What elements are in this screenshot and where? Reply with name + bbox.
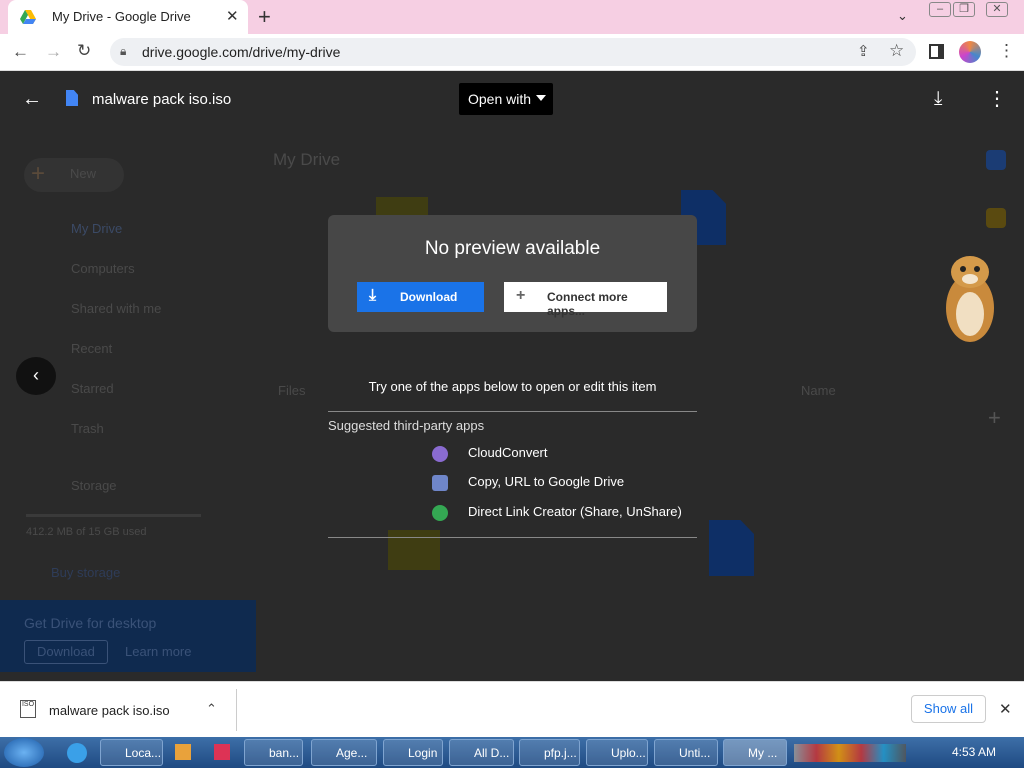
back-arrow-icon[interactable]: ←: [22, 88, 42, 111]
banner-download-button[interactable]: Download: [24, 640, 108, 664]
connect-button-label: Connect more apps...: [547, 290, 628, 318]
divider: [328, 411, 697, 412]
open-with-button[interactable]: Open with: [459, 83, 553, 115]
file-thumbnail[interactable]: [709, 520, 754, 576]
tab-search-icon[interactable]: ⌄: [897, 8, 908, 24]
try-apps-text: Try one of the apps below to open or edi…: [368, 379, 657, 394]
buy-storage-button[interactable]: Buy storage: [51, 565, 120, 580]
clock: 4:53 AM: [952, 745, 997, 759]
lock-icon[interactable]: 🔒︎: [120, 44, 126, 59]
banner-title: Get Drive for desktop: [24, 615, 157, 631]
media-player-icon[interactable]: [175, 744, 191, 760]
browser-tab[interactable]: My Drive - Google Drive ✕: [8, 0, 248, 34]
keep-icon[interactable]: [986, 208, 1006, 228]
app-copy-url[interactable]: Copy, URL to Google Drive: [432, 474, 672, 494]
tab-title: My Drive - Google Drive: [52, 9, 191, 24]
dropdown-arrow-icon: [536, 95, 546, 101]
close-shelf-icon[interactable]: ✕: [999, 700, 1012, 718]
nav-computers[interactable]: Computers: [71, 261, 135, 276]
maximize-button[interactable]: ❐: [953, 2, 975, 17]
banner-learn-more[interactable]: Learn more: [125, 644, 191, 659]
minimize-button[interactable]: –: [929, 2, 951, 17]
iso-file-icon: ISO: [20, 700, 36, 718]
add-addon-icon[interactable]: +: [988, 405, 1001, 431]
new-tab-button[interactable]: +: [258, 4, 271, 30]
forward-icon[interactable]: →: [45, 42, 62, 62]
nav-starred[interactable]: Starred: [71, 381, 114, 396]
calendar-icon[interactable]: [986, 150, 1006, 170]
download-arrow-icon: ⤓: [369, 287, 377, 304]
hamster-image: [942, 250, 1000, 345]
divider: [236, 689, 237, 731]
app-cloudconvert[interactable]: CloudConvert: [432, 445, 672, 465]
taskbar-item[interactable]: Uplo...: [586, 739, 648, 766]
plus-icon: +: [31, 160, 46, 187]
download-button[interactable]: ⤓ Download: [357, 282, 484, 312]
nav-storage[interactable]: Storage: [71, 478, 117, 493]
folder-thumbnail[interactable]: [388, 530, 440, 570]
dialog-title: No preview available: [424, 238, 601, 259]
nav-shared[interactable]: Shared with me: [71, 301, 161, 316]
divider: [328, 537, 697, 538]
nav-trash[interactable]: Trash: [71, 421, 104, 436]
storage-bar: [26, 514, 201, 517]
more-actions-icon[interactable]: ⋮: [987, 86, 1007, 111]
browser-menu-icon[interactable]: ⋮: [998, 41, 1015, 61]
drive-page-dimmed: [0, 71, 1024, 681]
taskbar-item[interactable]: Loca...: [100, 739, 163, 766]
cloudconvert-icon: [432, 446, 448, 462]
reload-icon[interactable]: ↻: [77, 41, 91, 61]
download-icon[interactable]: ⤓: [934, 88, 942, 110]
plus-icon: +: [516, 287, 526, 304]
suggested-apps-label: Suggested third-party apps: [328, 418, 485, 433]
url-drive-icon: [432, 475, 448, 491]
app-name: CloudConvert: [468, 445, 548, 460]
app-icon[interactable]: [214, 744, 230, 760]
google-drive-icon: [20, 10, 36, 29]
taskbar-item[interactable]: ban...: [244, 739, 303, 766]
files-label: Files: [278, 383, 306, 398]
close-tab-icon[interactable]: ✕: [226, 7, 239, 25]
show-all-button[interactable]: Show all: [911, 695, 986, 723]
bookmark-star-icon[interactable]: ☆: [889, 41, 904, 61]
file-name: malware pack iso.iso: [92, 91, 232, 108]
taskbar-item[interactable]: All D...: [449, 739, 514, 766]
sort-name-label[interactable]: Name: [801, 383, 836, 398]
nav-recent[interactable]: Recent: [71, 341, 112, 356]
app-name: Direct Link Creator (Share, UnShare): [468, 504, 682, 519]
app-name: Copy, URL to Google Drive: [468, 474, 625, 489]
taskbar-item[interactable]: pfp.j...: [519, 739, 580, 766]
ie-icon[interactable]: [67, 743, 87, 763]
extension-icon[interactable]: [959, 41, 981, 63]
downloaded-file-name[interactable]: malware pack iso.iso: [49, 703, 170, 718]
download-button-label: Download: [400, 290, 458, 304]
share-icon: [432, 505, 448, 521]
new-label: New: [70, 166, 97, 181]
nav-my-drive[interactable]: My Drive: [71, 221, 122, 236]
app-direct-link[interactable]: Direct Link Creator (Share, UnShare): [432, 504, 692, 524]
url-text: drive.google.com/drive/my-drive: [142, 44, 341, 60]
close-window-button[interactable]: ✕: [986, 2, 1008, 17]
tray-icons[interactable]: [794, 744, 906, 762]
taskbar-item[interactable]: Login: [383, 739, 443, 766]
open-with-label: Open with: [468, 91, 532, 107]
connect-more-apps-button[interactable]: + Connect more apps...: [504, 282, 667, 318]
side-panel-icon[interactable]: [929, 44, 944, 59]
my-drive-heading[interactable]: My Drive: [273, 150, 340, 170]
taskbar-item[interactable]: Age...: [311, 739, 377, 766]
storage-text: 412.2 MB of 15 GB used: [26, 526, 147, 538]
chevron-up-icon[interactable]: ⌃: [206, 701, 217, 717]
taskbar-item-active[interactable]: My ...: [723, 739, 787, 766]
collapse-sidebar-button[interactable]: ‹: [16, 357, 56, 395]
taskbar-item[interactable]: Unti...: [654, 739, 718, 766]
start-button[interactable]: [4, 738, 44, 767]
share-page-icon[interactable]: ⇪: [857, 42, 870, 60]
back-icon[interactable]: ←: [12, 42, 29, 62]
